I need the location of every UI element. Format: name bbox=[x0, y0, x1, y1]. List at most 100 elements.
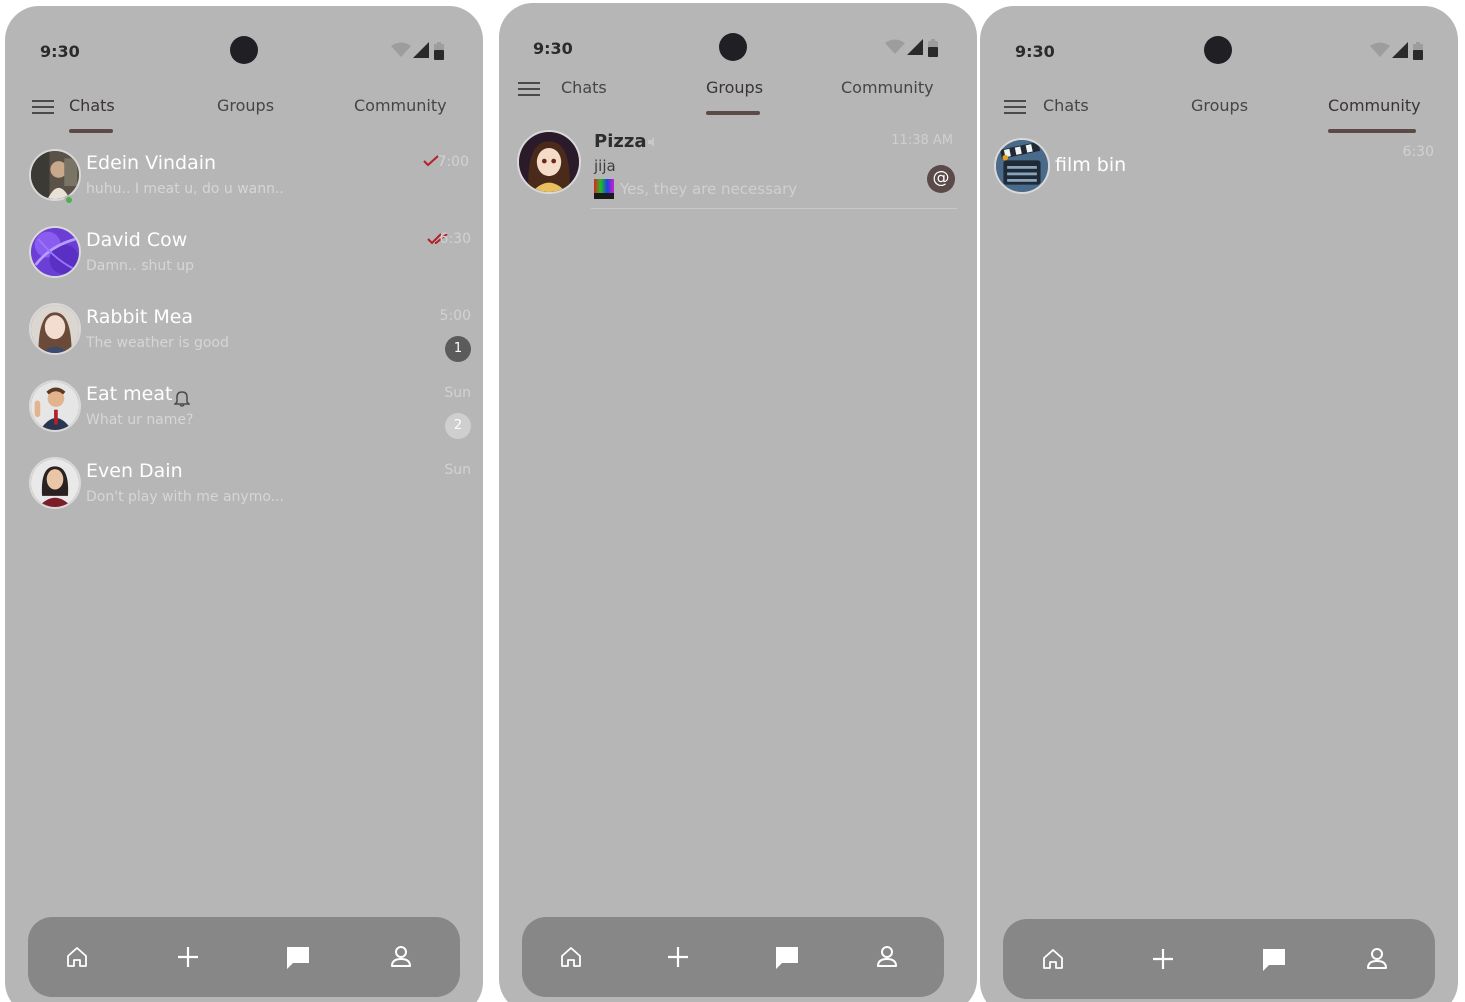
chat-preview: Damn.. shut up bbox=[86, 258, 194, 274]
tab-groups[interactable]: Groups bbox=[706, 78, 763, 97]
nav-profile-button[interactable] bbox=[387, 943, 415, 971]
online-indicator bbox=[64, 195, 74, 205]
avatar bbox=[29, 380, 81, 432]
wifi-icon bbox=[391, 42, 411, 57]
signal-icon bbox=[907, 39, 923, 55]
tab-groups[interactable]: Groups bbox=[217, 96, 274, 115]
tab-bar: Chats Groups Community bbox=[499, 68, 977, 118]
tab-chats[interactable]: Chats bbox=[69, 96, 115, 115]
nav-profile-button[interactable] bbox=[873, 943, 901, 971]
phone-screen-community: 9:30 Chats Groups Community film bin 6:3… bbox=[980, 6, 1458, 1002]
tab-community[interactable]: Community bbox=[1328, 96, 1421, 115]
clapperboard-icon bbox=[996, 140, 1048, 192]
status-bar: 9:30 bbox=[980, 6, 1458, 86]
bottom-nav bbox=[522, 917, 944, 997]
wifi-icon bbox=[885, 39, 905, 54]
wifi-icon bbox=[1370, 42, 1390, 57]
status-icons bbox=[885, 39, 945, 57]
user-icon bbox=[877, 946, 897, 967]
tab-community[interactable]: Community bbox=[841, 78, 934, 97]
chat-time: 6:30 bbox=[439, 231, 471, 247]
chat-preview: Don't play with me anymo... bbox=[86, 489, 284, 505]
chat-bubble-icon bbox=[1263, 949, 1285, 971]
active-tab-indicator bbox=[1328, 129, 1416, 133]
tab-chats[interactable]: Chats bbox=[561, 78, 607, 97]
active-tab-indicator bbox=[706, 111, 760, 115]
chat-time: Sun bbox=[444, 462, 471, 478]
tab-bar: Chats Groups Community bbox=[5, 86, 483, 136]
tab-groups[interactable]: Groups bbox=[1191, 96, 1248, 115]
plus-icon bbox=[178, 947, 198, 967]
chat-preview: The weather is good bbox=[86, 335, 229, 351]
group-row-pizza[interactable]: Pizza jija Yes, they are necessary 11:38… bbox=[499, 127, 977, 209]
nav-home-button[interactable] bbox=[557, 943, 585, 971]
camera-cutout bbox=[230, 36, 258, 64]
status-icons bbox=[391, 42, 451, 60]
chat-row-rabbit-mea[interactable]: Rabbit Mea The weather is good 5:00 1 bbox=[5, 300, 483, 376]
muted-icon bbox=[648, 137, 654, 147]
menu-icon[interactable] bbox=[518, 80, 540, 98]
menu-icon[interactable] bbox=[32, 98, 54, 116]
community-row-film-bin[interactable]: film bin 6:30 bbox=[980, 136, 1458, 212]
signal-icon bbox=[1392, 42, 1408, 58]
chat-time: 5:00 bbox=[439, 308, 471, 324]
camera-cutout bbox=[719, 33, 747, 61]
active-tab-indicator bbox=[69, 129, 113, 133]
home-icon bbox=[1043, 949, 1063, 969]
home-icon bbox=[561, 947, 581, 967]
chat-time: Sun bbox=[444, 385, 471, 401]
bottom-nav bbox=[1003, 919, 1435, 999]
chat-time: 7:00 bbox=[437, 154, 469, 170]
home-icon bbox=[67, 947, 87, 967]
battery-icon bbox=[928, 39, 938, 57]
nav-add-button[interactable] bbox=[664, 943, 692, 971]
status-time: 9:30 bbox=[40, 42, 80, 61]
nav-add-button[interactable] bbox=[1149, 945, 1177, 973]
group-preview: Yes, they are necessary bbox=[620, 180, 798, 198]
battery-icon bbox=[1413, 42, 1423, 60]
avatar bbox=[994, 138, 1050, 194]
phone-screen-groups: 9:30 Chats Groups Community Pizza jija Y… bbox=[499, 3, 977, 1002]
camera-cutout bbox=[1204, 36, 1232, 64]
nav-home-button[interactable] bbox=[63, 943, 91, 971]
mention-badge: @ bbox=[927, 165, 955, 193]
nav-chats-button[interactable] bbox=[1260, 945, 1288, 973]
unread-badge: 1 bbox=[445, 336, 471, 362]
nav-chats-button[interactable] bbox=[284, 943, 312, 971]
nav-home-button[interactable] bbox=[1039, 945, 1067, 973]
group-name: Pizza bbox=[594, 131, 647, 152]
chat-preview: What ur name? bbox=[86, 412, 194, 428]
phone-screen-chats: 9:30 Chats Groups Community Edein Vindai… bbox=[5, 6, 483, 1002]
user-icon bbox=[391, 946, 411, 967]
chat-row-david-cow[interactable]: David Cow Damn.. shut up 6:30 bbox=[5, 223, 483, 299]
chat-name: Eat meat bbox=[86, 383, 173, 405]
nav-chats-button[interactable] bbox=[773, 943, 801, 971]
plus-icon bbox=[1153, 949, 1173, 969]
chat-row-edein-vindain[interactable]: Edein Vindain huhu.. I meat u, do u wann… bbox=[5, 146, 483, 222]
plus-icon bbox=[668, 947, 688, 967]
battery-icon bbox=[434, 42, 444, 60]
chat-bubble-icon bbox=[287, 947, 309, 969]
avatar bbox=[29, 457, 81, 509]
status-icons bbox=[1370, 42, 1430, 60]
signal-icon bbox=[413, 42, 429, 58]
chat-preview: huhu.. I meat u, do u wann.. bbox=[86, 181, 284, 197]
nav-profile-button[interactable] bbox=[1363, 945, 1391, 973]
status-bar: 9:30 bbox=[5, 6, 483, 86]
nav-add-button[interactable] bbox=[174, 943, 202, 971]
community-time: 6:30 bbox=[1402, 144, 1434, 160]
status-time: 9:30 bbox=[1015, 42, 1055, 61]
tab-chats[interactable]: Chats bbox=[1043, 96, 1089, 115]
image-thumbnail-icon bbox=[594, 179, 614, 199]
chat-name: Rabbit Mea bbox=[86, 306, 194, 328]
chat-row-eat-meat[interactable]: Eat meat What ur name? Sun 2 bbox=[5, 377, 483, 453]
unread-badge: 2 bbox=[445, 413, 471, 439]
avatar bbox=[517, 130, 581, 194]
chat-name: Even Dain bbox=[86, 460, 183, 482]
avatar bbox=[29, 303, 81, 355]
group-last-sender: jija bbox=[594, 157, 616, 175]
avatar bbox=[29, 226, 81, 278]
chat-row-even-dain[interactable]: Even Dain Don't play with me anymo... Su… bbox=[5, 454, 483, 530]
menu-icon[interactable] bbox=[1004, 98, 1026, 116]
tab-community[interactable]: Community bbox=[354, 96, 447, 115]
